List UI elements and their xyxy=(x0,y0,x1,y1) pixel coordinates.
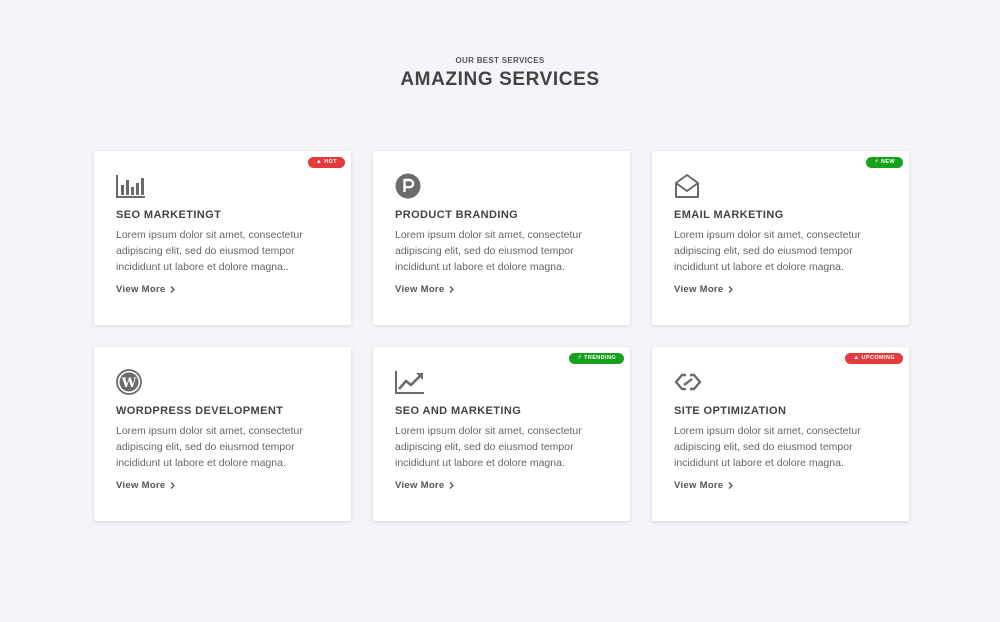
card-description: Lorem ipsum dolor sit amet, consectetur … xyxy=(395,229,582,273)
badge-label: NEW xyxy=(880,159,895,165)
badge-label: TRENDING xyxy=(584,355,616,361)
card-description: Lorem ipsum dolor sit amet, consectetur … xyxy=(674,425,861,469)
open-envelope-icon xyxy=(674,173,704,199)
card-title: SITE OPTIMIZATION xyxy=(674,405,787,417)
view-more-link[interactable]: View More xyxy=(116,480,175,491)
card-title: SEO AND MARKETING xyxy=(395,405,522,417)
svg-text:W: W xyxy=(121,376,137,391)
trending-badge: ⚡ TRENDING xyxy=(569,353,624,364)
card-title: PRODUCT BRANDING xyxy=(395,209,519,221)
chevron-right-icon xyxy=(728,286,733,293)
upcoming-badge: ▲ UPCOMING xyxy=(845,353,903,364)
chevron-right-icon xyxy=(449,482,454,489)
view-more-link[interactable]: View More xyxy=(395,284,454,295)
service-card-product-branding: PRODUCT BRANDING Lorem ipsum dolor sit a… xyxy=(373,151,630,325)
section-header: OUR BEST SERVICES AMAZING SERVICES xyxy=(0,56,1000,91)
fire-icon: ▲ xyxy=(853,355,860,361)
wordpress-icon: W xyxy=(116,369,146,395)
card-description: Lorem ipsum dolor sit amet, consectetur … xyxy=(395,425,582,469)
bar-chart-icon xyxy=(116,173,146,199)
services-grid: ▲ HOT SEO MARKETINGT Lorem ipsum dolor si… xyxy=(94,151,909,521)
parking-circle-icon xyxy=(395,173,425,199)
fire-icon: ▲ xyxy=(315,159,323,165)
chevron-right-icon xyxy=(170,286,175,293)
card-description: Lorem ipsum dolor sit amet, consectetur … xyxy=(674,229,861,273)
new-badge: ⚡ NEW xyxy=(866,157,903,168)
badge-label: UPCOMING xyxy=(861,355,895,361)
view-more-label: View More xyxy=(116,284,166,295)
bolt-icon: ⚡ xyxy=(577,355,583,361)
badge-label: HOT xyxy=(324,159,337,165)
chevron-right-icon xyxy=(449,286,454,293)
card-title: WORDPRESS DEVELOPMENT xyxy=(116,405,284,417)
service-card-site-optimization: ▲ UPCOMING SITE OPTIMIZATION Lorem ipsum … xyxy=(652,347,909,521)
link-icon xyxy=(674,369,704,395)
card-title: SEO MARKETINGT xyxy=(116,209,222,221)
view-more-label: View More xyxy=(674,480,724,491)
service-card-seo-marketing: ▲ HOT SEO MARKETINGT Lorem ipsum dolor si… xyxy=(94,151,351,325)
service-card-email-marketing: ⚡ NEW EMAIL MARKETING Lorem ipsum dolor s… xyxy=(652,151,909,325)
view-more-label: View More xyxy=(395,284,445,295)
view-more-link[interactable]: View More xyxy=(116,284,175,295)
view-more-link[interactable]: View More xyxy=(395,480,454,491)
bolt-icon: ⚡ xyxy=(874,159,879,165)
card-description: Lorem ipsum dolor sit amet, consectetur … xyxy=(116,229,303,273)
service-card-wordpress-development: W WORDPRESS DEVELOPMENT Lorem ipsum dolo… xyxy=(94,347,351,521)
hot-badge: ▲ HOT xyxy=(307,157,345,168)
view-more-label: View More xyxy=(116,480,166,491)
view-more-link[interactable]: View More xyxy=(674,284,733,295)
card-description: Lorem ipsum dolor sit amet, consectetur … xyxy=(116,425,303,469)
view-more-label: View More xyxy=(674,284,724,295)
trend-up-icon xyxy=(395,369,425,395)
view-more-label: View More xyxy=(395,480,445,491)
chevron-right-icon xyxy=(170,482,175,489)
chevron-right-icon xyxy=(728,482,733,489)
card-title: EMAIL MARKETING xyxy=(674,209,784,221)
service-card-seo-and-marketing: ⚡ TRENDING SEO AND MARKETING Lorem ipsum … xyxy=(373,347,630,521)
section-eyebrow: OUR BEST SERVICES xyxy=(455,56,545,65)
section-title: AMAZING SERVICES xyxy=(400,69,600,90)
view-more-link[interactable]: View More xyxy=(674,480,733,491)
